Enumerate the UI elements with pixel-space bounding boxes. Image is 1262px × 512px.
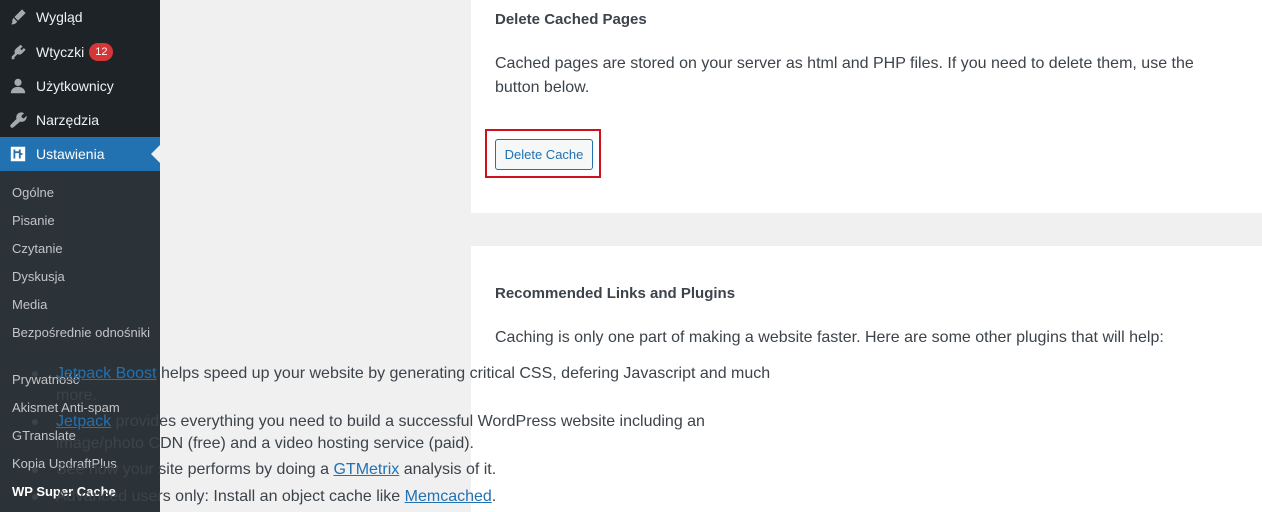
sidebar-item-label: Ustawienia bbox=[36, 146, 105, 162]
settings-icon bbox=[8, 144, 28, 164]
sidebar-item-appearance[interactable]: Wygląd bbox=[0, 0, 160, 34]
item-text: provides everything you need to build a … bbox=[56, 413, 705, 452]
sidebar-item-users[interactable]: Użytkownicy bbox=[0, 69, 160, 103]
item-text: analysis of it. bbox=[399, 461, 497, 478]
bullet-icon bbox=[32, 419, 38, 425]
delete-cache-button[interactable]: Delete Cache bbox=[495, 139, 593, 170]
item-text: . bbox=[491, 488, 497, 505]
gtmetrix-link[interactable]: GTMetrix bbox=[333, 461, 399, 478]
bullet-icon bbox=[32, 494, 38, 500]
delete-cache-panel: Delete Cached Pages Cached pages are sto… bbox=[471, 0, 1262, 213]
wrench-icon bbox=[8, 110, 28, 130]
item-text: Advanced users only: Install an object c… bbox=[56, 488, 405, 505]
recommended-heading: Recommended Links and Plugins bbox=[495, 285, 736, 302]
item-text: helps speed up your website by generatin… bbox=[56, 365, 771, 404]
sidebar-item-label: Wtyczki bbox=[36, 44, 85, 60]
submenu-item-general[interactable]: Ogólne bbox=[12, 183, 152, 202]
memcached-link[interactable]: Memcached bbox=[405, 488, 492, 505]
item-text: See how your site performs by doing a bbox=[56, 461, 334, 478]
submenu-item-discussion[interactable]: Dyskusja bbox=[12, 267, 152, 286]
bullet-icon bbox=[32, 467, 38, 473]
sidebar-item-label: Wygląd bbox=[36, 9, 83, 25]
jetpack-boost-link[interactable]: Jetpack Boost bbox=[56, 365, 157, 382]
submenu-item-media[interactable]: Media bbox=[12, 295, 152, 314]
submenu-item-reading[interactable]: Czytanie bbox=[12, 239, 152, 258]
delete-cache-heading: Delete Cached Pages bbox=[495, 11, 647, 28]
sidebar-item-plugins[interactable]: Wtyczki 12 bbox=[0, 35, 160, 69]
recommended-intro: Caching is only one part of making a web… bbox=[495, 329, 1164, 346]
plugin-icon bbox=[8, 42, 28, 62]
bullet-icon bbox=[32, 371, 38, 377]
sidebar-item-tools[interactable]: Narzędzia bbox=[0, 103, 160, 137]
sidebar-item-label: Użytkownicy bbox=[36, 78, 114, 94]
sidebar-item-settings[interactable]: Ustawienia bbox=[0, 137, 160, 171]
current-menu-arrow bbox=[151, 145, 160, 163]
jetpack-link[interactable]: Jetpack bbox=[56, 413, 111, 430]
submenu-item-permalinks[interactable]: Bezpośrednie odnośniki bbox=[12, 323, 152, 342]
delete-cache-description: Cached pages are stored on your server a… bbox=[495, 55, 1194, 96]
sidebar-item-label: Narzędzia bbox=[36, 112, 100, 128]
paintbrush-icon bbox=[8, 7, 28, 27]
submenu-item-writing[interactable]: Pisanie bbox=[12, 211, 152, 230]
users-icon bbox=[8, 76, 28, 96]
update-count-badge: 12 bbox=[89, 43, 114, 61]
